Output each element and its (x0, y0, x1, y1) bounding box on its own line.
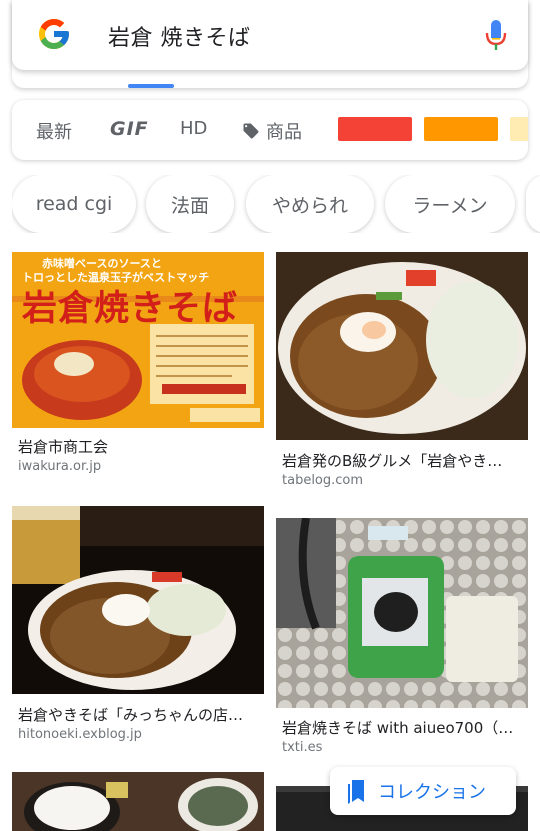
color-filter-yellow[interactable] (510, 117, 528, 141)
active-tab-indicator (128, 84, 174, 88)
chip-houmen[interactable]: 法面 (146, 175, 234, 233)
chip-ramen[interactable]: ラーメン (385, 175, 515, 233)
result-domain-2: tabelog.com (282, 473, 364, 488)
result-image-rice-soup[interactable] (12, 772, 264, 831)
microphone-icon[interactable] (484, 18, 508, 52)
color-filter-orange[interactable] (424, 117, 498, 141)
poster-title: 岩倉焼きそば (22, 289, 239, 329)
tag-icon (243, 123, 259, 139)
chip-yamerare[interactable]: やめられ (246, 175, 374, 233)
chip-more[interactable] (526, 175, 540, 233)
result-image-poster[interactable]: 赤味噌ベースのソースと トロっとした温泉玉子がベストマッチ 岩倉焼きそば (12, 252, 264, 428)
result-title-1[interactable]: 岩倉市商工会 (18, 436, 262, 457)
filter-gif[interactable]: GIF (110, 118, 149, 140)
related-chips: read cgi 法面 やめられ ラーメン (12, 175, 540, 233)
result-title-4[interactable]: 岩倉焼きそば with aiueo700（… (282, 717, 520, 738)
filter-products[interactable]: 商品 (242, 118, 302, 144)
filter-bar: 最新 GIF HD 商品 (12, 100, 528, 160)
result-domain-3: hitonoeki.exblog.jp (18, 727, 142, 742)
result-image-packaged-yakisoba[interactable] (276, 518, 528, 708)
collection-label: コレクション (378, 782, 486, 803)
result-domain-4: txti.es (282, 740, 323, 755)
search-query[interactable]: 岩倉 焼きそば (108, 20, 251, 52)
chip-read-cgi[interactable]: read cgi (12, 175, 136, 233)
result-image-yakisoba-plate[interactable] (276, 252, 528, 440)
result-image-yakisoba-beer[interactable] (12, 506, 264, 694)
google-g-logo-icon[interactable] (36, 16, 72, 52)
collection-button[interactable]: コレクション (330, 767, 516, 815)
filter-latest[interactable]: 最新 (36, 118, 72, 144)
color-filter-red[interactable] (338, 117, 412, 141)
bookmark-icon (348, 780, 364, 804)
result-title-3[interactable]: 岩倉やきそば「みっちゃんの店… (18, 704, 262, 725)
result-domain-1: iwakura.or.jp (18, 459, 102, 474)
result-title-2[interactable]: 岩倉発のB級グルメ「岩倉やき… (282, 450, 520, 471)
search-bar[interactable]: 岩倉 焼きそば (12, 0, 528, 70)
filter-hd[interactable]: HD (180, 118, 207, 139)
filter-products-label: 商品 (266, 122, 302, 143)
